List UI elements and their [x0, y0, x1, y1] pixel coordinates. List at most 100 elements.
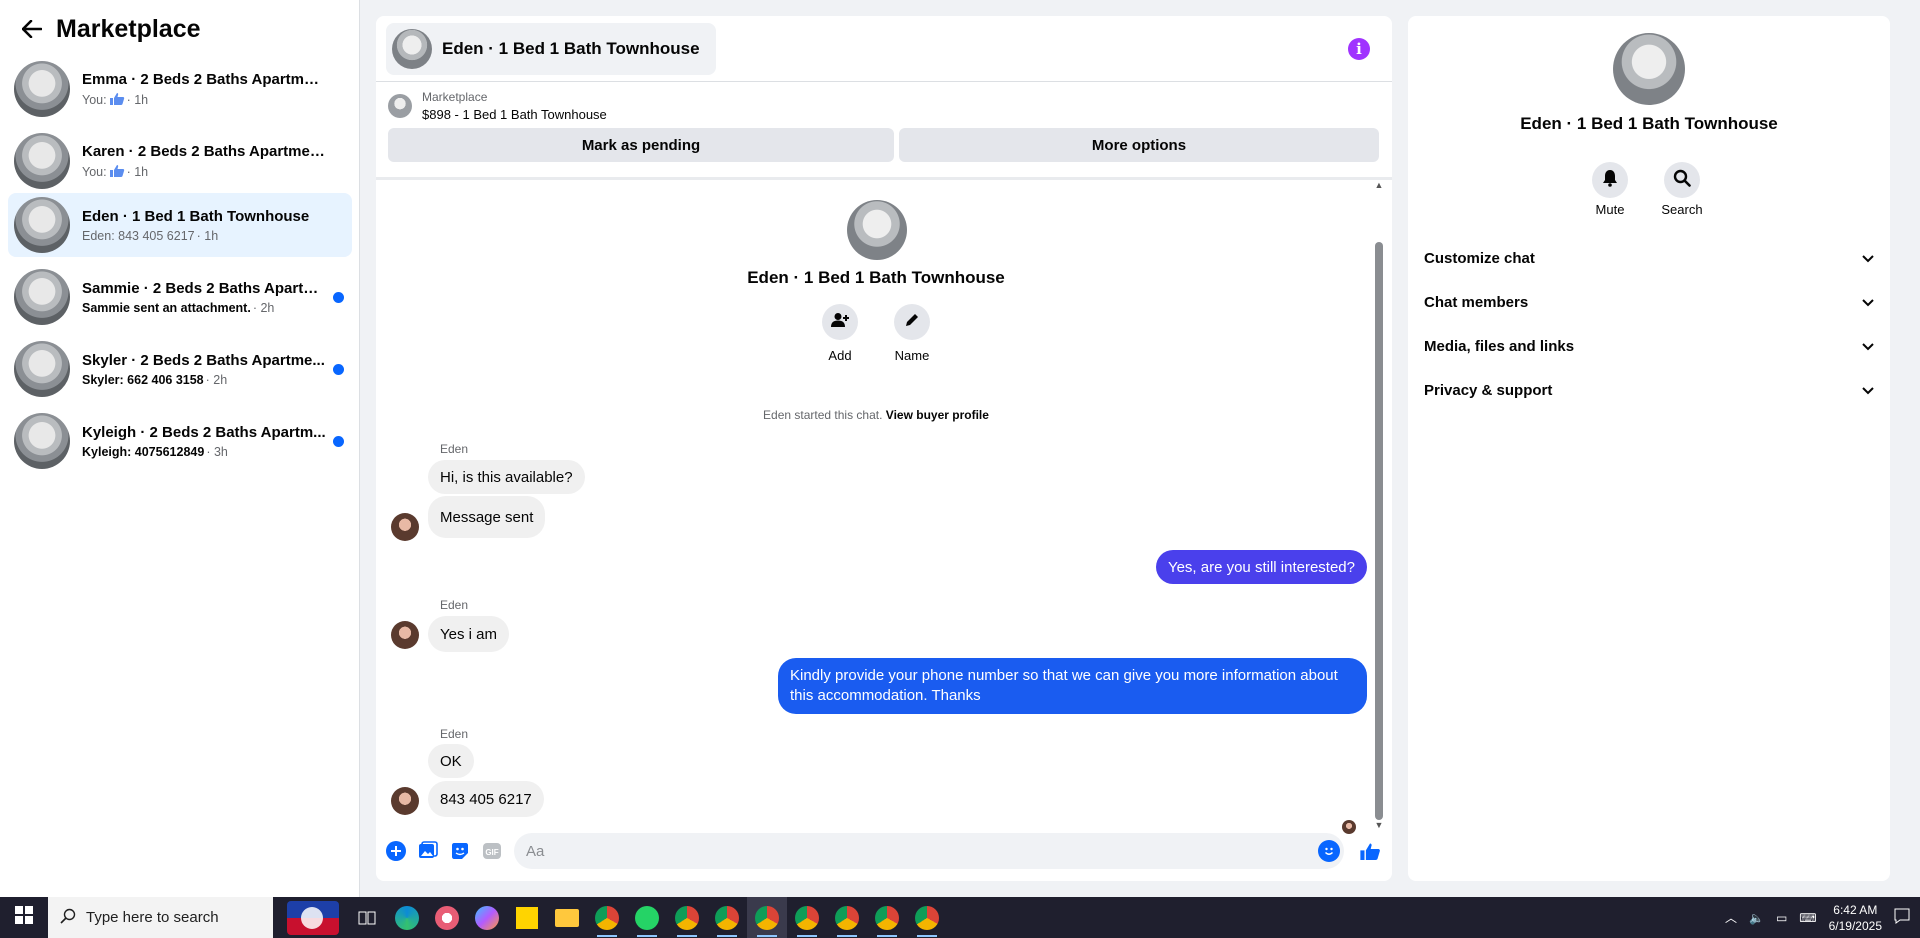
- file-explorer-icon[interactable]: [547, 897, 587, 938]
- info-icon[interactable]: i: [1348, 38, 1370, 60]
- mute-button[interactable]: [1592, 162, 1628, 198]
- view-buyer-profile-link[interactable]: View buyer profile: [886, 408, 989, 422]
- plus-circle-icon[interactable]: [386, 841, 406, 861]
- add-person-button[interactable]: [822, 304, 858, 340]
- chrome-profile-icon[interactable]: [867, 897, 907, 938]
- conversation-preview: Sammie sent an attachment. · 2h: [82, 300, 275, 315]
- listing-thumbnail: [14, 61, 70, 117]
- conversation-item[interactable]: Karen · 2 Beds 2 Baths Apartment/... You…: [8, 129, 352, 193]
- emoji-icon[interactable]: [1318, 840, 1340, 862]
- windows-taskbar: Type here to search ︿ 🔈 ▭ ⌨ 6:42 AM 6/19…: [0, 897, 1920, 938]
- edge-icon[interactable]: [387, 897, 427, 938]
- sender-name: Eden: [440, 727, 469, 741]
- taskbar-search-box[interactable]: Type here to search: [48, 897, 273, 938]
- conversation-title: Sammie · 2 Beds 2 Baths Apartm...: [82, 279, 327, 297]
- listing-thumbnail: [14, 269, 70, 325]
- chrome-profile-icon[interactable]: [827, 897, 867, 938]
- search-icon: [1673, 169, 1691, 192]
- conversation-title: Karen · 2 Beds 2 Baths Apartment/...: [82, 142, 327, 160]
- incoming-message: Message sent: [428, 496, 546, 538]
- sender-name: Eden: [440, 598, 469, 612]
- listing-price: $898 - 1 Bed 1 Bath Townhouse: [422, 107, 607, 122]
- conversation-item[interactable]: Sammie · 2 Beds 2 Baths Apartm... Sammie…: [8, 265, 352, 329]
- chat-members-section[interactable]: Chat members: [1424, 282, 1880, 322]
- sidebar-header: Marketplace: [0, 0, 359, 58]
- conversation-item[interactable]: Kyleigh · 2 Beds 2 Baths Apartm... Kylei…: [8, 409, 352, 473]
- chrome-profile-icon[interactable]: [787, 897, 827, 938]
- network-icon[interactable]: ▭: [1776, 911, 1787, 925]
- details-avatar: [1613, 33, 1685, 105]
- listing-thumbnail: [14, 341, 70, 397]
- unread-indicator: [333, 292, 344, 303]
- conversation-item[interactable]: Emma · 2 Beds 2 Baths Apartment... You: …: [8, 57, 352, 121]
- copilot-icon[interactable]: [467, 897, 507, 938]
- system-tray: ︿ 🔈 ▭ ⌨ 6:42 AM 6/19/2025: [1725, 902, 1920, 934]
- conversation-title: Kyleigh · 2 Beds 2 Baths Apartm...: [82, 423, 326, 441]
- paint-icon[interactable]: [427, 897, 467, 938]
- outgoing-message: Kindly provide your phone number so that…: [778, 658, 1367, 714]
- more-options-button[interactable]: More options: [899, 128, 1379, 162]
- gif-icon[interactable]: GIF: [482, 841, 502, 861]
- chevron-down-icon: [1862, 294, 1874, 311]
- outgoing-message: Yes, are you still interested?: [1155, 550, 1367, 584]
- news-widget-flag-icon[interactable]: [287, 900, 339, 935]
- customize-chat-section[interactable]: Customize chat: [1424, 238, 1880, 278]
- listing-thumbnail: [392, 28, 432, 69]
- privacy-support-section[interactable]: Privacy & support: [1424, 370, 1880, 410]
- photo-icon[interactable]: [418, 841, 438, 861]
- whatsapp-icon[interactable]: [627, 897, 667, 938]
- mark-as-pending-button[interactable]: Mark as pending: [388, 128, 894, 162]
- sticker-icon[interactable]: [450, 841, 470, 861]
- volume-icon[interactable]: 🔈: [1749, 911, 1764, 925]
- task-view-icon[interactable]: [347, 897, 387, 938]
- add-label: Add: [828, 348, 852, 363]
- conversation-item-active[interactable]: Eden · 1 Bed 1 Bath Townhouse Eden: 843 …: [8, 193, 352, 257]
- conversation-title: Skyler · 2 Beds 2 Baths Apartme...: [82, 351, 325, 369]
- windows-logo-icon: [15, 906, 33, 929]
- chat-header-pill[interactable]: Eden · 1 Bed 1 Bath Townhouse: [386, 22, 716, 75]
- chrome-profile-icon[interactable]: [707, 897, 747, 938]
- details-title: Eden · 1 Bed 1 Bath Townhouse: [1520, 114, 1778, 133]
- message-thread[interactable]: ▲ ▼ Eden · 1 Bed 1 Bath Townhouse Add Na…: [376, 180, 1392, 834]
- sender-name: Eden: [440, 442, 469, 456]
- chrome-icon[interactable]: [587, 897, 627, 938]
- chat-title: Eden · 1 Bed 1 Bath Townhouse: [442, 38, 700, 58]
- name-button[interactable]: [894, 304, 930, 340]
- back-arrow-icon[interactable]: [20, 17, 44, 41]
- conversation-item[interactable]: Skyler · 2 Beds 2 Baths Apartme... Skyle…: [8, 337, 352, 401]
- search-label: Search: [1661, 202, 1703, 217]
- notification-icon[interactable]: [1894, 908, 1910, 927]
- media-files-links-section[interactable]: Media, files and links: [1424, 326, 1880, 366]
- listing-label: Marketplace: [422, 90, 488, 104]
- unread-indicator: [333, 364, 344, 375]
- sticky-notes-icon[interactable]: [507, 897, 547, 938]
- chevron-down-icon: [1862, 250, 1874, 267]
- incoming-message: Hi, is this available?: [428, 460, 585, 494]
- chrome-profile-icon[interactable]: [667, 897, 707, 938]
- pencil-icon: [904, 312, 920, 333]
- chat-started-notice: Eden started this chat. View buyer profi…: [763, 408, 989, 422]
- chrome-profile-icon[interactable]: [747, 897, 787, 938]
- chevron-up-icon[interactable]: ︿: [1725, 909, 1737, 926]
- message-input[interactable]: [514, 833, 1344, 869]
- listing-thumbnail: [14, 413, 70, 469]
- sender-avatar: [391, 513, 419, 541]
- clock[interactable]: 6:42 AM 6/19/2025: [1829, 902, 1882, 934]
- conversation-title: Eden · 1 Bed 1 Bath Townhouse: [82, 207, 310, 225]
- incoming-message: Yes i am: [428, 616, 509, 652]
- add-person-icon: [831, 312, 849, 333]
- scroll-up-arrow-icon[interactable]: ▲: [1374, 180, 1384, 190]
- keyboard-icon[interactable]: ⌨: [1799, 911, 1816, 925]
- start-button[interactable]: [0, 897, 48, 938]
- scrollbar-thumb[interactable]: [1375, 242, 1383, 820]
- message-composer: GIF: [376, 821, 1392, 881]
- chat-panel: Eden · 1 Bed 1 Bath Townhouse i Marketpl…: [376, 16, 1392, 881]
- sender-avatar: [391, 787, 419, 815]
- incoming-message: OK: [428, 744, 474, 778]
- page-scrollbar[interactable]: [1904, 0, 1920, 897]
- search-button[interactable]: [1664, 162, 1700, 198]
- bell-icon: [1602, 169, 1618, 192]
- chrome-profile-icon[interactable]: [907, 897, 947, 938]
- intro-title: Eden · 1 Bed 1 Bath Townhouse: [747, 268, 1005, 287]
- thumbs-up-send-icon[interactable]: [1358, 839, 1382, 863]
